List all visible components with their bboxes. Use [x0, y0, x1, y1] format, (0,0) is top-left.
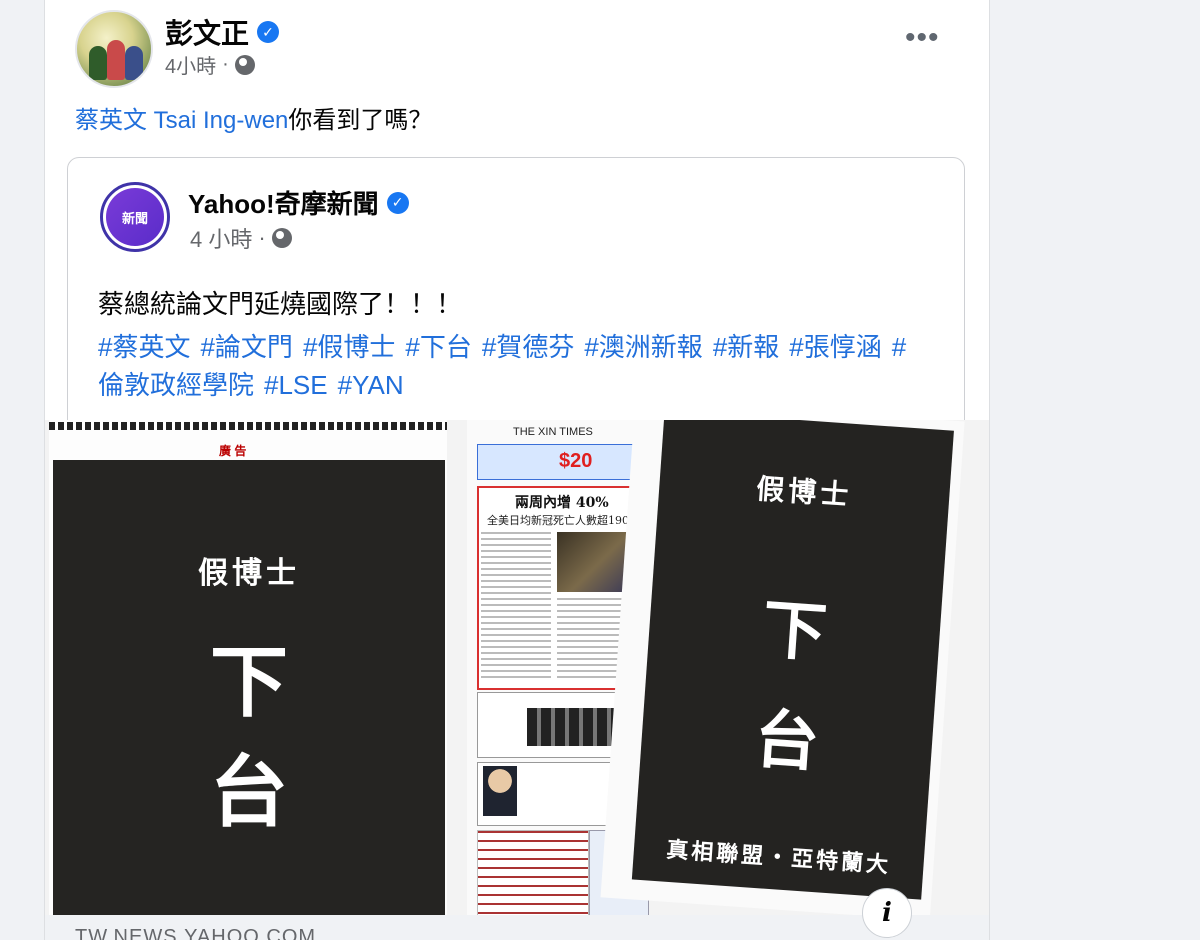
more-options-icon[interactable]: •••: [905, 23, 940, 53]
meta-separator: ·: [222, 53, 229, 75]
post-message: 蔡英文 Tsai Ing-wen你看到了嗎？: [75, 100, 432, 135]
newspaper-title: THE XIN TIMES: [513, 426, 593, 438]
post-time[interactable]: 4小時: [165, 50, 216, 79]
hashtag-link[interactable]: #假博士: [303, 332, 395, 362]
hashtag-link[interactable]: #下台: [405, 332, 471, 362]
shared-avatar[interactable]: 新聞: [100, 182, 170, 252]
ad-footer-text: 真相聯盟・亞特蘭大: [665, 836, 892, 878]
verified-badge-icon: ✓: [386, 191, 409, 214]
ad-text-line2: 下: [209, 638, 288, 726]
article-text-block: [481, 532, 551, 682]
news-headline: 兩周內增 40%: [515, 495, 609, 511]
globe-icon: [271, 228, 292, 248]
hashtag-link[interactable]: #張惇涵: [789, 332, 881, 362]
hashtag-link[interactable]: #蔡英文: [98, 332, 190, 362]
ad-label: 廣 告: [219, 444, 247, 458]
post-image[interactable]: 廣 告 假博士 下 台 THE XIN TIMES $20 兩周內增 40% 全…: [45, 420, 989, 915]
ad-text-line1: 假博士: [198, 557, 300, 590]
black-ad-left: 假博士 下 台: [53, 460, 445, 915]
author-avatar[interactable]: [75, 10, 153, 88]
masthead-strip: [49, 422, 447, 430]
post-card: 彭文正 ✓ 4小時 · ••• 蔡英文 Tsai Ing-wen你看到了嗎？ 新…: [44, 0, 990, 940]
shared-text: 蔡總統論文門延燒國際了！！！: [98, 289, 463, 319]
shared-author-name[interactable]: Yahoo!奇摩新聞: [188, 184, 379, 221]
hashtag-link[interactable]: #新報: [713, 332, 779, 362]
hashtag-link[interactable]: #YAN: [338, 370, 404, 400]
message-text: 你看到了嗎？: [288, 107, 433, 134]
portrait-photo: [483, 766, 517, 816]
author-name[interactable]: 彭文正: [165, 12, 249, 52]
post-meta: 4小時 ·: [165, 50, 255, 79]
avatar-figure: [107, 40, 125, 80]
hashtag-link[interactable]: #澳洲新報: [584, 332, 702, 362]
shared-meta: 4 小時 ·: [190, 222, 292, 254]
ad-text-line1: 假博士: [755, 473, 854, 511]
post-author: 彭文正 ✓: [165, 12, 280, 52]
black-ad-right: 假博士 下 台 真相聯盟・亞特蘭大: [631, 420, 954, 900]
shared-author: Yahoo!奇摩新聞 ✓: [188, 184, 409, 221]
shared-post[interactable]: 新聞 Yahoo!奇摩新聞 ✓ 4 小時 · 蔡總統論文門延燒國際了！！！ #蔡…: [67, 157, 965, 459]
promo-price: $20: [559, 450, 593, 472]
hashtag-link[interactable]: #論文門: [200, 332, 292, 362]
hashtag-link[interactable]: #賀德芬: [482, 332, 574, 362]
ad-text-line3: 台: [209, 748, 288, 836]
info-icon[interactable]: i: [862, 888, 912, 938]
link-source[interactable]: TW.NEWS.YAHOO.COM: [75, 926, 316, 940]
mention-link[interactable]: 蔡英文 Tsai Ing-wen: [75, 107, 288, 134]
verified-badge-icon: ✓: [257, 21, 280, 43]
news-logo-icon: 新聞: [106, 188, 164, 246]
ad-text-line3: 台: [752, 702, 822, 780]
globe-icon: [234, 54, 255, 75]
newspaper-right: 假博士 下 台 真相聯盟・亞特蘭大: [600, 420, 965, 915]
avatar-figure: [125, 46, 143, 80]
hashtag-list: #蔡英文 #論文門 #假博士 #下台 #賀德芬 #澳洲新報 #新報 #張惇涵 #倫敦政經學院 #L…: [98, 328, 918, 404]
newspaper-left: 廣 告 假博士 下 台: [49, 420, 447, 915]
avatar-figure: [89, 46, 107, 80]
news-subheadline: 全美日均新冠死亡人數超1900: [487, 514, 636, 527]
listing-block: [477, 830, 589, 915]
ad-text-line2: 下: [760, 593, 829, 670]
shared-time[interactable]: 4 小時: [190, 222, 252, 254]
meta-separator: ·: [258, 225, 266, 250]
hashtag-link[interactable]: #LSE: [264, 370, 328, 400]
